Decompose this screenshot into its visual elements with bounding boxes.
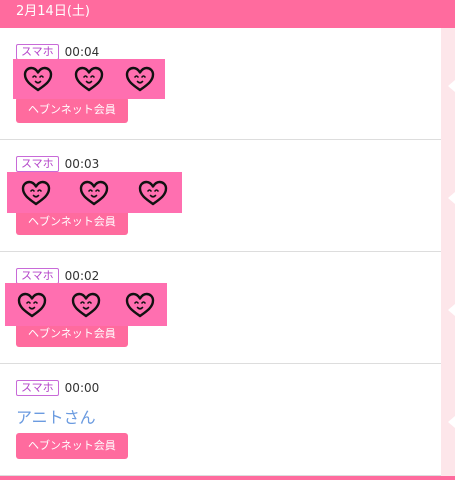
date-header: 2月14日(土): [0, 0, 455, 28]
name-redaction-sticker: [5, 283, 167, 326]
entry-meta: スマホ 00:04: [16, 44, 99, 60]
heart-face-icon: [16, 291, 48, 319]
heart-face-icon: [70, 291, 102, 319]
visit-time: 00:00: [64, 381, 100, 395]
visitor-history-page: 2月14日(土) スマホ 00:04 ヘブンネット会員 スマホ 00:03 ヘブ…: [0, 0, 455, 480]
name-redaction-sticker: [13, 59, 165, 99]
heart-face-icon: [137, 179, 169, 207]
heart-face-icon: [124, 291, 156, 319]
side-arrow-icon: [448, 304, 455, 316]
visit-time: 00:04: [64, 45, 100, 59]
name-redaction-sticker: [7, 172, 182, 213]
heart-face-icon: [20, 179, 52, 207]
side-arrow-icon: [448, 80, 455, 92]
device-badge: スマホ: [16, 268, 59, 284]
visitor-list: スマホ 00:04 ヘブンネット会員 スマホ 00:03 ヘブンネット会員 スマ…: [0, 28, 441, 476]
side-arrow-icon: [448, 192, 455, 204]
bottom-bar: [0, 476, 455, 480]
heart-face-icon: [73, 65, 105, 93]
device-badge: スマホ: [16, 156, 59, 172]
member-badge: ヘブンネット会員: [16, 433, 128, 459]
side-arrow-icon: [448, 416, 455, 428]
visitor-entry[interactable]: スマホ 00:03 ヘブンネット会員: [0, 140, 441, 252]
date-label: 2月14日(土): [16, 4, 90, 19]
side-strip: [441, 28, 455, 480]
heart-face-icon: [78, 179, 110, 207]
member-badge: ヘブンネット会員: [16, 97, 128, 123]
device-badge: スマホ: [16, 44, 59, 60]
visit-time: 00:03: [64, 157, 100, 171]
heart-face-icon: [124, 65, 156, 93]
visitor-entry[interactable]: スマホ 00:00 アニトさん ヘブンネット会員: [0, 364, 441, 476]
heart-face-icon: [22, 65, 54, 93]
entry-meta: スマホ 00:00: [16, 380, 99, 396]
entry-meta: スマホ 00:02: [16, 268, 99, 284]
visitor-name[interactable]: アニトさん: [16, 404, 96, 428]
visit-time: 00:02: [64, 269, 100, 283]
visitor-entry[interactable]: スマホ 00:04 ヘブンネット会員: [0, 28, 441, 140]
device-badge: スマホ: [16, 380, 59, 396]
visitor-entry[interactable]: スマホ 00:02 ヘブンネット会員: [0, 252, 441, 364]
entry-meta: スマホ 00:03: [16, 156, 99, 172]
